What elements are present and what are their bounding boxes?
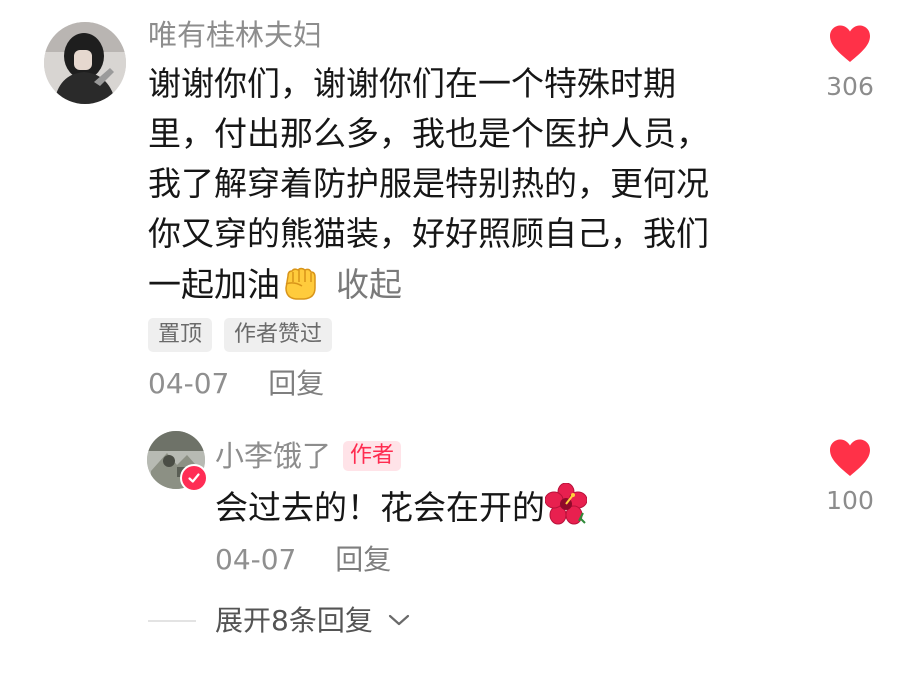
reply-date: 04-07 bbox=[215, 543, 297, 576]
comment-text-line-2: 里，付出那么多，我也是个医护人员， bbox=[148, 114, 709, 153]
reply-like-count: 100 bbox=[826, 486, 874, 515]
comment-text-line-4: 你又穿的熊猫装，好好照顾自己，我们 bbox=[148, 214, 709, 253]
comment-date: 04-07 bbox=[148, 367, 230, 400]
raised-fist-emoji-icon bbox=[280, 262, 320, 311]
reply-username[interactable]: 小李饿了 bbox=[215, 438, 331, 474]
pinned-tag: 置顶 bbox=[148, 318, 213, 352]
heart-icon[interactable] bbox=[828, 438, 872, 478]
commenter-avatar[interactable] bbox=[44, 22, 126, 104]
comment-like-count: 306 bbox=[826, 72, 874, 101]
reply-text: 会过去的！花会在开的 bbox=[215, 488, 545, 527]
hibiscus-emoji-icon bbox=[544, 482, 588, 534]
comment-text-line-1: 谢谢你们，谢谢你们在一个特殊时期 bbox=[148, 64, 676, 103]
comment-text-line-3: 我了解穿着防护服是特别热的，更何况 bbox=[148, 164, 709, 203]
comment-reply-button[interactable]: 回复 bbox=[268, 367, 324, 400]
divider bbox=[148, 620, 196, 622]
reply-text-line: 会过去的！花会在开的 bbox=[215, 482, 588, 534]
commenter-username[interactable]: 唯有桂林夫妇 bbox=[148, 17, 322, 53]
comment-like-button[interactable]: 306 bbox=[815, 24, 885, 102]
collapse-link[interactable]: 收起 bbox=[336, 265, 402, 304]
reply-like-button[interactable]: 100 bbox=[815, 438, 885, 516]
author-badge: 作者 bbox=[343, 441, 402, 471]
chevron-down-icon bbox=[388, 614, 409, 626]
heart-icon[interactable] bbox=[828, 24, 872, 64]
verified-badge-icon bbox=[180, 464, 208, 492]
author-liked-tag: 作者赞过 bbox=[224, 318, 333, 352]
reply-reply-button[interactable]: 回复 bbox=[335, 543, 391, 576]
reply-avatar[interactable] bbox=[147, 431, 208, 492]
expand-replies-button[interactable]: 展开8条回复 bbox=[215, 604, 410, 638]
comment-text-line-5: 一起加油 收起 bbox=[148, 262, 402, 311]
comment-text-last: 一起加油 bbox=[148, 265, 280, 304]
expand-replies-label: 展开8条回复 bbox=[215, 604, 373, 637]
